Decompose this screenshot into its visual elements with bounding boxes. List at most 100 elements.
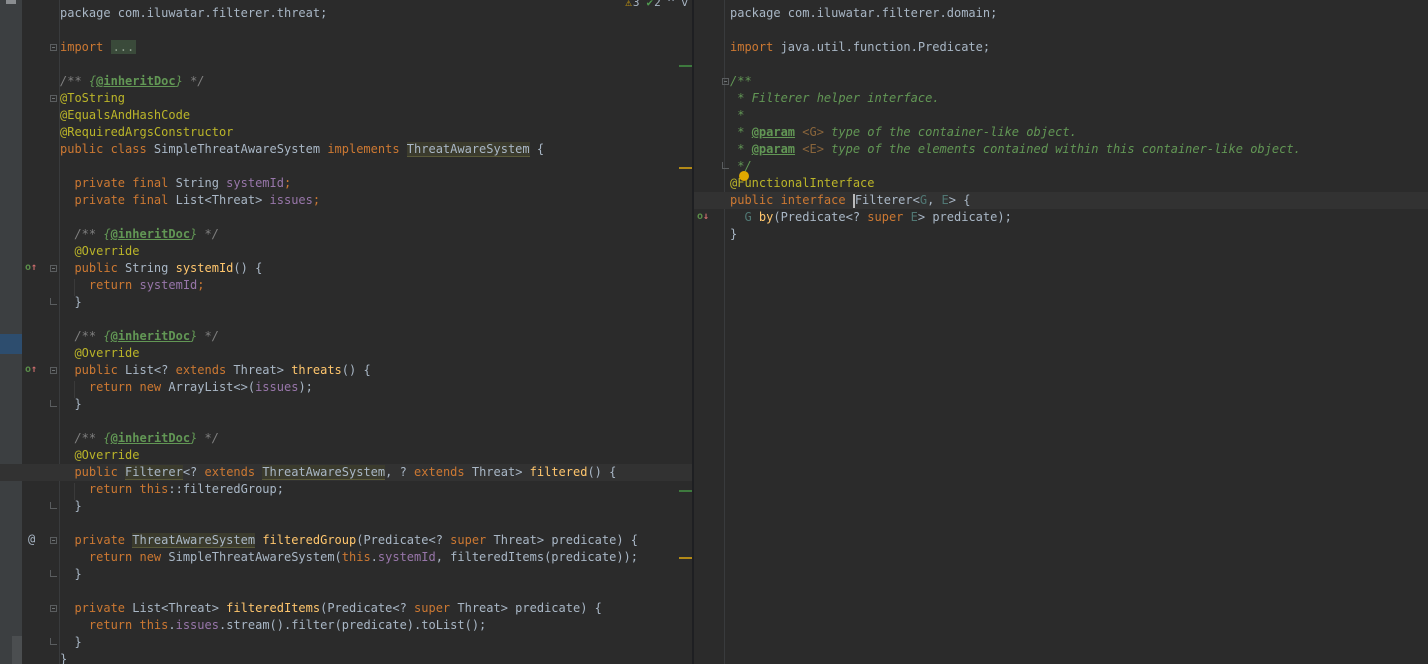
code-line[interactable]: @ToString xyxy=(60,90,692,107)
tool-window-strip[interactable] xyxy=(0,0,22,664)
code-line[interactable]: public Filterer<? extends ThreatAwareSys… xyxy=(0,464,692,481)
code-token: package com.iluwatar.filterer.threat; xyxy=(60,6,328,20)
code-token: List<? xyxy=(125,363,176,377)
fold-toggle-icon[interactable] xyxy=(50,537,57,544)
fold-toggle-icon[interactable] xyxy=(50,95,57,102)
code-line[interactable] xyxy=(60,413,692,430)
code-line[interactable]: public List<? extends Threat> threats() … xyxy=(60,362,692,379)
code-token: return new xyxy=(60,380,169,394)
fold-end-icon[interactable] xyxy=(50,400,57,407)
code-line[interactable]: return this::filteredGroup; xyxy=(60,481,692,498)
code-line[interactable]: } xyxy=(60,396,692,413)
code-line[interactable]: } xyxy=(60,634,692,651)
code-token: * xyxy=(730,108,745,122)
scroll-marker-weak[interactable] xyxy=(679,65,692,67)
code-line[interactable]: * Filterer helper interface. xyxy=(730,90,1428,107)
method-reference-usage-icon[interactable]: @ xyxy=(28,532,35,546)
code-line[interactable]: @RequiredArgsConstructor xyxy=(60,124,692,141)
weak-warning-count[interactable]: ✔2 xyxy=(647,0,661,9)
code-line[interactable]: @Override xyxy=(60,447,692,464)
right-code-area[interactable]: package com.iluwatar.filterer.domain; imp… xyxy=(694,5,1428,243)
fold-toggle-icon[interactable] xyxy=(50,605,57,612)
code-line[interactable]: */ xyxy=(730,158,1428,175)
code-line[interactable]: public String systemId() { xyxy=(60,260,692,277)
left-code-area[interactable]: package com.iluwatar.filterer.threat; imp… xyxy=(0,5,692,664)
code-line[interactable]: return this.issues.stream().filter(predi… xyxy=(60,617,692,634)
inspection-widget[interactable]: ⚠3 ✔2 ^ v xyxy=(625,0,688,9)
editor-gutter[interactable]: o↑ o↑ o↑ @ xyxy=(22,0,60,664)
code-line[interactable]: /** {@inheritDoc} */ xyxy=(60,430,692,447)
code-line[interactable]: return new SimpleThreatAwareSystem(this.… xyxy=(60,549,692,566)
implements-method-icon[interactable]: o↑ xyxy=(25,364,37,375)
code-line[interactable] xyxy=(730,56,1428,73)
code-line[interactable]: public class SimpleThreatAwareSystem imp… xyxy=(60,141,692,158)
code-line[interactable]: /** {@inheritDoc} */ xyxy=(60,226,692,243)
fold-toggle-icon[interactable] xyxy=(50,265,57,272)
code-line[interactable]: } xyxy=(60,651,692,664)
code-line[interactable]: package com.iluwatar.filterer.domain; xyxy=(730,5,1428,22)
code-line[interactable]: private List<Threat> filteredItems(Predi… xyxy=(60,600,692,617)
scroll-marker-warning[interactable] xyxy=(679,167,692,169)
strip-button[interactable] xyxy=(6,0,16,4)
code-line[interactable]: /** xyxy=(730,73,1428,90)
editor-gutter[interactable]: o↓ o↓ xyxy=(694,0,729,664)
strip-scroll-thumb[interactable] xyxy=(12,636,22,664)
code-line[interactable] xyxy=(730,22,1428,39)
code-line[interactable]: } xyxy=(60,566,692,583)
code-line[interactable]: @Override xyxy=(60,243,692,260)
previous-highlight-button[interactable]: ^ xyxy=(668,0,675,9)
code-line[interactable]: import java.util.function.Predicate; xyxy=(730,39,1428,56)
code-line[interactable]: } xyxy=(60,498,692,515)
scroll-marker-warning[interactable] xyxy=(679,557,692,559)
implemented-icon[interactable]: o↓ xyxy=(697,211,709,222)
code-line[interactable] xyxy=(60,209,692,226)
code-line[interactable]: @EqualsAndHashCode xyxy=(60,107,692,124)
code-line[interactable] xyxy=(60,515,692,532)
fold-end-icon[interactable] xyxy=(50,570,57,577)
code-token: @param xyxy=(751,125,796,139)
fold-end-icon[interactable] xyxy=(50,638,57,645)
scroll-marker-weak[interactable] xyxy=(679,490,692,492)
code-line[interactable] xyxy=(60,22,692,39)
code-token: E xyxy=(910,210,918,224)
warning-count[interactable]: ⚠3 xyxy=(625,0,639,9)
strip-selected-item[interactable] xyxy=(0,334,22,354)
code-line[interactable]: } xyxy=(60,294,692,311)
code-line[interactable]: @FunctionalInterface xyxy=(730,175,1428,192)
fold-end-icon[interactable] xyxy=(50,502,57,509)
fold-toggle-icon[interactable] xyxy=(50,367,57,374)
code-line[interactable]: * @param <G> type of the container-like … xyxy=(730,124,1428,141)
code-token: public xyxy=(60,363,126,377)
code-line[interactable]: * xyxy=(730,107,1428,124)
code-line[interactable] xyxy=(60,311,692,328)
code-line[interactable]: private final List<Threat> issues; xyxy=(60,192,692,209)
code-line[interactable]: G by(Predicate<? super E> predicate); xyxy=(730,209,1428,226)
fold-end-icon[interactable] xyxy=(722,162,729,169)
code-line[interactable]: /** {@inheritDoc} */ xyxy=(60,328,692,345)
code-line[interactable]: } xyxy=(730,226,1428,243)
fold-toggle-icon[interactable] xyxy=(50,44,57,51)
code-line[interactable] xyxy=(60,583,692,600)
implements-method-icon[interactable]: o↑ xyxy=(25,262,37,273)
code-line[interactable]: import ... xyxy=(60,39,692,56)
code-token: public class xyxy=(60,142,154,156)
code-line[interactable]: private final String systemId; xyxy=(60,175,692,192)
code-line[interactable]: @Override xyxy=(60,345,692,362)
code-line[interactable]: private ThreatAwareSystem filteredGroup(… xyxy=(60,532,692,549)
intention-bulb-icon[interactable] xyxy=(739,171,749,181)
code-token: } xyxy=(175,74,183,88)
fold-toggle-icon[interactable] xyxy=(722,78,729,85)
code-line[interactable] xyxy=(60,56,692,73)
code-line[interactable]: public interface Filterer<G, E> { xyxy=(694,192,1428,209)
code-line[interactable]: return new ArrayList<>(issues); xyxy=(60,379,692,396)
next-highlight-button[interactable]: v xyxy=(681,0,688,9)
code-line[interactable]: package com.iluwatar.filterer.threat; xyxy=(60,5,692,22)
code-line[interactable]: return systemId; xyxy=(60,277,692,294)
code-line[interactable]: /** {@inheritDoc} */ xyxy=(60,73,692,90)
code-line[interactable]: * @param <E> type of the elements contai… xyxy=(730,141,1428,158)
code-token: @inheritDoc xyxy=(110,329,191,343)
code-line[interactable] xyxy=(60,158,692,175)
code-token: /** xyxy=(60,329,104,343)
fold-end-icon[interactable] xyxy=(50,298,57,305)
code-token: @inheritDoc xyxy=(110,227,191,241)
